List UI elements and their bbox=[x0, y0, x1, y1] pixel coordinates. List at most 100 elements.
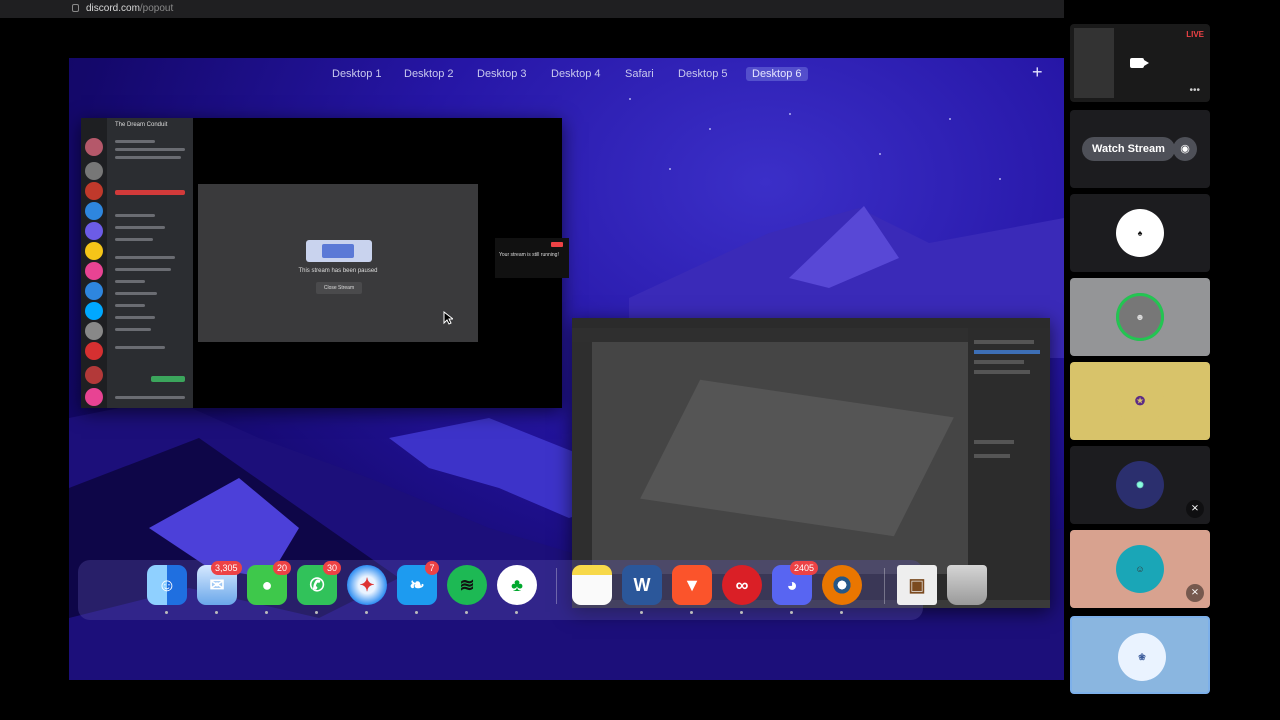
url-text: discord.com/popout bbox=[86, 3, 173, 14]
participant-tile[interactable]: ✪ bbox=[1070, 362, 1210, 440]
server-name: The Dream Conduit bbox=[115, 122, 168, 128]
live-badge: LIVE bbox=[1186, 30, 1204, 39]
blender-3d-viewport[interactable] bbox=[592, 342, 968, 574]
outliner-row[interactable] bbox=[974, 340, 1034, 344]
video-camera-icon[interactable] bbox=[1130, 58, 1149, 68]
star bbox=[709, 128, 711, 130]
server-icon[interactable] bbox=[85, 242, 103, 260]
w-glyph: W bbox=[633, 575, 651, 595]
participant-tile[interactable]: ❀ bbox=[1070, 616, 1210, 694]
compass-glyph: ✦ bbox=[359, 575, 375, 595]
preview-icon[interactable]: ▣ bbox=[897, 565, 937, 605]
channel-row[interactable] bbox=[115, 292, 157, 295]
server-icon[interactable] bbox=[85, 162, 103, 180]
channel-row[interactable] bbox=[115, 280, 145, 283]
twitter-icon[interactable]: ❧ 7 bbox=[397, 561, 439, 605]
channel-row[interactable] bbox=[115, 238, 153, 241]
creative-cloud-icon[interactable]: ∞ bbox=[722, 565, 762, 605]
channel-row[interactable] bbox=[115, 256, 175, 259]
space-desktop-5[interactable]: Desktop 5 bbox=[672, 67, 734, 81]
space-desktop-1[interactable]: Desktop 1 bbox=[326, 67, 388, 81]
running-indicator bbox=[640, 611, 643, 614]
trash-icon[interactable] bbox=[947, 565, 987, 605]
mail-badge: 3,305 bbox=[211, 561, 242, 575]
channel-row[interactable] bbox=[115, 226, 165, 229]
space-desktop-2[interactable]: Desktop 2 bbox=[398, 67, 460, 81]
properties-row[interactable] bbox=[974, 454, 1010, 458]
server-icon[interactable] bbox=[85, 282, 103, 300]
messages-icon[interactable]: ● 20 bbox=[247, 561, 292, 605]
star bbox=[669, 168, 671, 170]
browser-url-bar[interactable]: discord.com/popout bbox=[0, 0, 1216, 18]
server-icon[interactable] bbox=[85, 182, 103, 200]
channel-row[interactable] bbox=[115, 328, 151, 331]
stream-preview-tile[interactable]: LIVE ••• bbox=[1070, 24, 1210, 102]
infinity-glyph: ∞ bbox=[735, 575, 749, 595]
lion-glyph: ▼ bbox=[683, 575, 701, 595]
eye-icon[interactable]: ◉ bbox=[1173, 137, 1197, 161]
word-icon[interactable]: W bbox=[622, 565, 662, 605]
properties-row[interactable] bbox=[974, 440, 1014, 444]
channel-row[interactable] bbox=[115, 148, 185, 151]
screen-share-button[interactable] bbox=[151, 376, 185, 382]
star bbox=[879, 153, 881, 155]
twitter-badge: 7 bbox=[425, 561, 439, 575]
participant-tile[interactable]: ♠ bbox=[1070, 194, 1210, 272]
running-indicator bbox=[740, 611, 743, 614]
space-desktop-6[interactable]: Desktop 6 bbox=[746, 67, 808, 81]
channel-row[interactable] bbox=[115, 316, 155, 319]
macos-dock: ☺ ✉ 3,305 ● 20 ✆ 30 ✦ ❧ 7 ≋ ♣ W ▼ ∞ ◕ 24… bbox=[72, 556, 987, 620]
running-indicator bbox=[790, 611, 793, 614]
channel-row[interactable] bbox=[115, 346, 165, 349]
whatsapp-badge: 30 bbox=[323, 561, 342, 575]
outliner-row[interactable] bbox=[974, 370, 1030, 374]
whatsapp-icon[interactable]: ✆ 30 bbox=[297, 561, 342, 605]
evernote-icon[interactable]: ♣ bbox=[497, 565, 537, 605]
add-space-icon[interactable]: + bbox=[1032, 62, 1043, 83]
close-stream-button[interactable]: Close Stream bbox=[316, 282, 362, 294]
channel-row[interactable] bbox=[115, 156, 181, 159]
spotify-icon[interactable]: ≋ bbox=[447, 565, 487, 605]
outliner-row[interactable] bbox=[974, 350, 1040, 354]
blender-icon[interactable] bbox=[822, 565, 862, 605]
discord-window[interactable]: The Dream Conduit This stream has been p… bbox=[81, 118, 569, 408]
server-icon[interactable] bbox=[85, 302, 103, 320]
running-indicator bbox=[215, 611, 218, 614]
space-desktop-4[interactable]: Desktop 4 bbox=[545, 67, 607, 81]
participant-tile[interactable]: ✺ ⨯ bbox=[1070, 446, 1210, 524]
discord-icon[interactable]: ◕ 2405 bbox=[772, 561, 819, 605]
avatar: ☺ bbox=[1116, 545, 1164, 593]
finder-icon[interactable]: ☺ bbox=[147, 565, 187, 605]
server-icon[interactable] bbox=[85, 262, 103, 280]
channel-row[interactable] bbox=[115, 140, 155, 143]
running-indicator bbox=[415, 611, 418, 614]
watch-stream-button[interactable]: Watch Stream bbox=[1082, 137, 1175, 161]
server-icon[interactable] bbox=[85, 222, 103, 240]
running-indicator bbox=[840, 611, 843, 614]
space-safari[interactable]: Safari bbox=[619, 67, 660, 81]
server-icon[interactable] bbox=[85, 366, 103, 384]
more-options-icon[interactable]: ••• bbox=[1189, 85, 1200, 96]
outliner-row[interactable] bbox=[974, 360, 1024, 364]
server-icon[interactable] bbox=[85, 342, 103, 360]
space-desktop-3[interactable]: Desktop 3 bbox=[471, 67, 533, 81]
watch-stream-tile: Watch Stream ◉ bbox=[1070, 110, 1210, 188]
brave-icon[interactable]: ▼ bbox=[672, 565, 712, 605]
notes-icon[interactable] bbox=[572, 565, 612, 605]
channel-row[interactable] bbox=[115, 304, 145, 307]
safari-icon[interactable]: ✦ bbox=[347, 565, 387, 605]
blender-3d-object bbox=[640, 379, 954, 537]
participant-tile[interactable]: ☻ bbox=[1070, 278, 1210, 356]
server-icon[interactable] bbox=[85, 322, 103, 340]
participant-tile[interactable]: ☺ ⨯ bbox=[1070, 530, 1210, 608]
server-icon[interactable] bbox=[85, 138, 103, 156]
server-icon[interactable] bbox=[85, 388, 103, 406]
stream-mini-player[interactable]: Your stream is still running! bbox=[495, 238, 569, 278]
live-stage-row[interactable] bbox=[115, 190, 185, 195]
channel-row[interactable] bbox=[115, 268, 171, 271]
mail-icon[interactable]: ✉ 3,305 bbox=[197, 561, 242, 605]
blender-title-bar bbox=[572, 318, 1050, 328]
channel-row[interactable] bbox=[115, 214, 155, 217]
elephant-glyph: ♣ bbox=[511, 575, 523, 595]
server-icon[interactable] bbox=[85, 202, 103, 220]
